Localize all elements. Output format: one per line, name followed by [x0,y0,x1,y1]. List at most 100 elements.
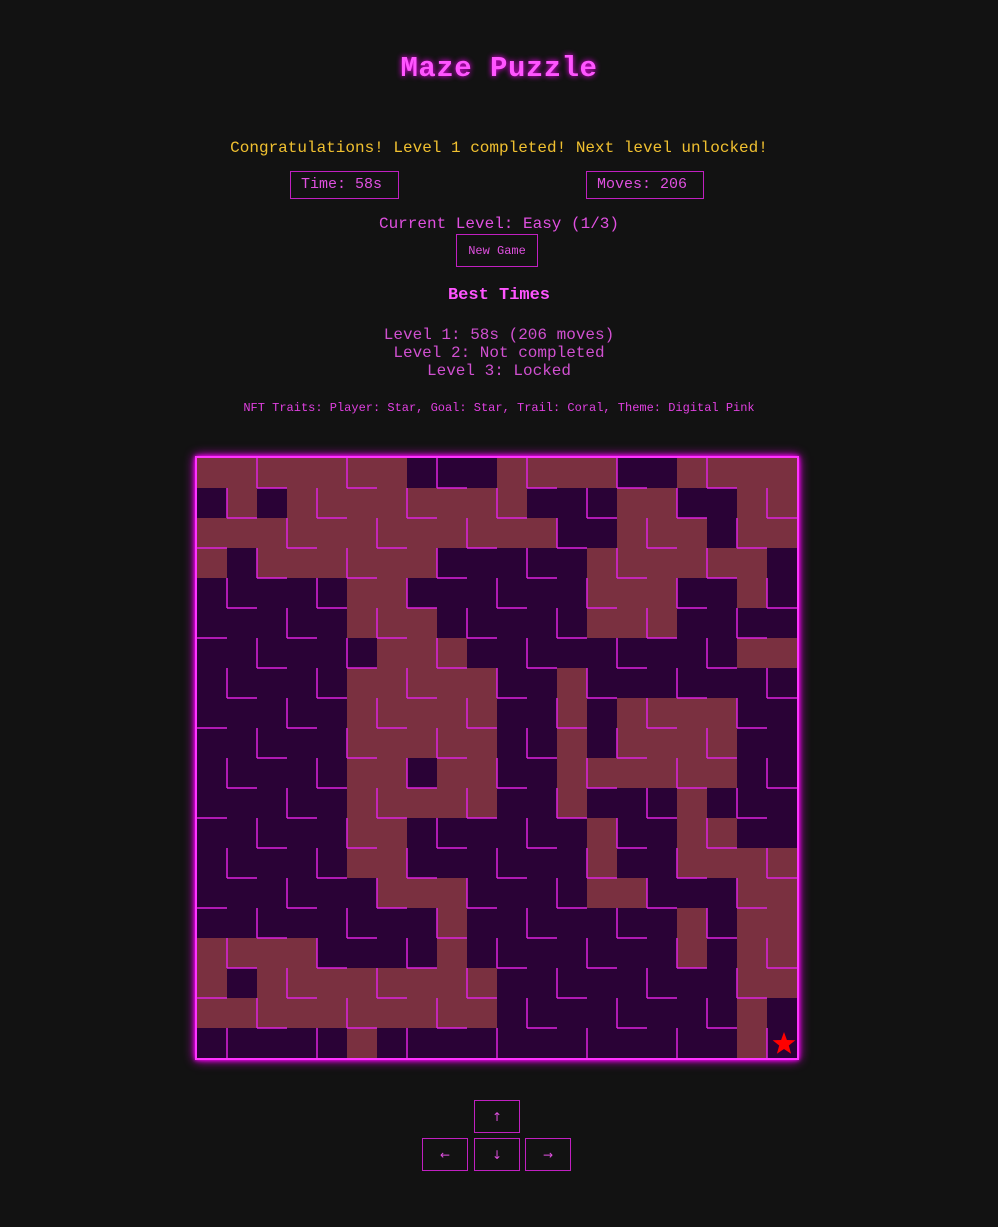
maze-trail-cell [617,488,647,518]
maze-trail-cell [347,698,377,728]
maze-trail-cell [557,668,587,698]
maze-cell [467,638,497,668]
maze-trail-cell [707,728,737,758]
maze-trail-cell [737,848,767,878]
maze-cell [257,908,287,938]
maze-cell [317,908,347,938]
maze-trail-cell [617,548,647,578]
maze-cell [467,818,497,848]
completion-message: Congratulations! Level 1 completed! Next… [230,139,768,157]
move-right-button[interactable]: → [525,1138,571,1171]
maze-grid [197,458,797,1058]
maze-cell [257,668,287,698]
maze-cell [527,878,557,908]
maze-cell [467,458,497,488]
maze-cell [677,638,707,668]
maze-cell [227,668,257,698]
maze-trail-cell [677,698,707,728]
maze-cell [707,968,737,998]
maze-trail-cell [227,518,257,548]
maze-cell [317,878,347,908]
maze-trail-cell [377,488,407,518]
maze-trail-cell [737,488,767,518]
move-down-button[interactable]: ↓ [474,1138,520,1171]
maze-cell [257,1028,287,1058]
maze-cell [197,878,227,908]
maze-cell [317,638,347,668]
maze-cell [587,1028,617,1058]
maze-trail-cell [467,728,497,758]
maze-cell [497,578,527,608]
maze-cell [737,728,767,758]
maze-trail-cell [587,548,617,578]
maze-cell [257,488,287,518]
maze-trail-cell [377,758,407,788]
maze-cell [617,908,647,938]
maze-cell [197,818,227,848]
maze-cell [677,668,707,698]
move-left-button[interactable]: ← [422,1138,468,1171]
maze-cell [317,728,347,758]
maze-cell [227,638,257,668]
maze-trail-cell [377,968,407,998]
maze-trail-cell [377,458,407,488]
maze-trail-cell [377,608,407,638]
maze-cell [437,1028,467,1058]
maze-cell [287,758,317,788]
maze-cell [317,578,347,608]
maze-cell [647,818,677,848]
maze-trail-cell [647,608,677,638]
maze-cell [227,728,257,758]
maze-cell [407,758,437,788]
maze-trail-cell [467,518,497,548]
maze-trail-cell [677,728,707,758]
maze-trail-cell [257,458,287,488]
maze-board[interactable] [195,456,799,1060]
maze-trail-cell [707,818,737,848]
maze-cell [197,728,227,758]
maze-trail-cell [617,758,647,788]
maze-trail-cell [437,908,467,938]
maze-cell [557,908,587,938]
best-time-level-3: Level 3: Locked [426,362,572,380]
maze-trail-cell [677,758,707,788]
maze-cell [737,608,767,638]
maze-trail-cell [197,458,227,488]
maze-trail-cell [737,638,767,668]
maze-cell [497,968,527,998]
maze-trail-cell [287,968,317,998]
nft-traits: NFT Traits: Player: Star, Goal: Star, Tr… [243,401,755,415]
maze-trail-cell [257,518,287,548]
maze-cell [707,788,737,818]
maze-trail-cell [377,788,407,818]
maze-cell [287,1028,317,1058]
maze-cell [587,668,617,698]
maze-cell [527,938,557,968]
maze-cell [257,578,287,608]
maze-cell [497,878,527,908]
maze-cell [227,788,257,818]
maze-trail-cell [347,578,377,608]
current-level: Current Level: Easy (1/3) [378,215,620,233]
maze-cell [287,638,317,668]
maze-trail-cell [767,938,797,968]
maze-cell [527,788,557,818]
maze-trail-cell [677,548,707,578]
maze-trail-cell [377,848,407,878]
maze-cell [617,848,647,878]
maze-trail-cell [347,488,377,518]
best-time-level-1: Level 1: 58s (206 moves) [383,326,615,344]
maze-cell [527,968,557,998]
maze-trail-cell [317,518,347,548]
maze-trail-cell [287,548,317,578]
maze-cell [257,638,287,668]
move-up-button[interactable]: ↑ [474,1100,520,1133]
maze-trail-cell [407,788,437,818]
best-times-title: Best Times [447,286,551,305]
maze-cell [647,848,677,878]
maze-cell [227,878,257,908]
new-game-button[interactable]: New Game [456,234,538,267]
maze-cell [557,1028,587,1058]
maze-trail-cell [767,458,797,488]
maze-trail-cell [587,458,617,488]
